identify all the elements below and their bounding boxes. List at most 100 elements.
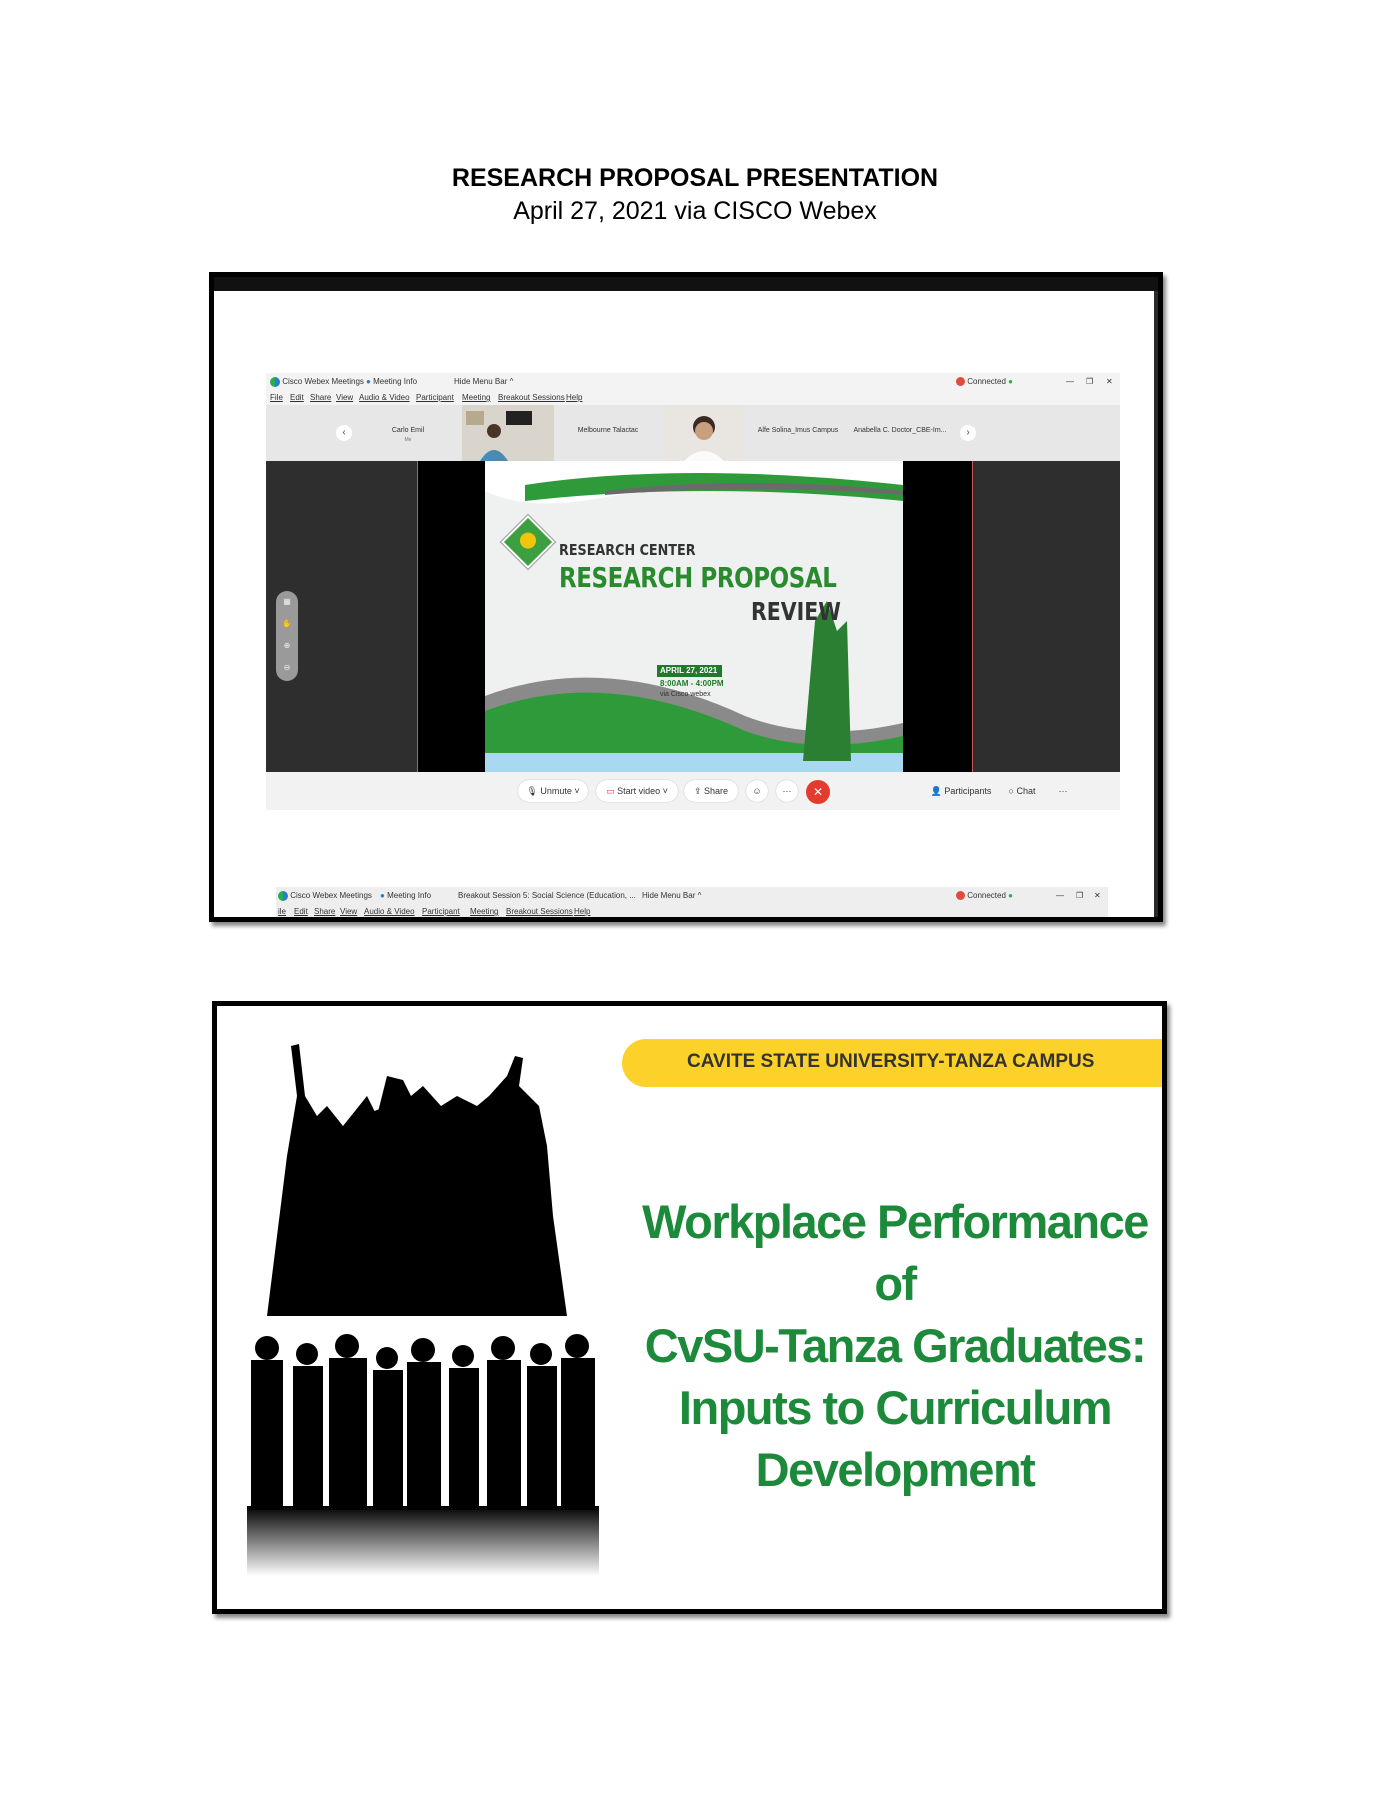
more-options-button[interactable]: ··· (776, 780, 798, 802)
menu-breakout-sessions[interactable]: Breakout Sessions (506, 907, 573, 916)
webex-logo-icon (278, 891, 288, 901)
minimize-icon[interactable]: — (1056, 891, 1064, 900)
title-line: Workplace Performance of (642, 1195, 1149, 1310)
unmute-label: Unmute (540, 786, 572, 796)
participant-name: Anabella C. Doctor_CBE-Im... (853, 427, 947, 434)
participant-video-tile[interactable] (664, 405, 744, 461)
app-title: Cisco Webex Meetings (278, 891, 372, 901)
webex-titlebar: Cisco Webex Meetings ● Meeting Info Brea… (276, 887, 1108, 905)
menu-participant[interactable]: Participant (422, 907, 460, 916)
meeting-info-button[interactable]: ● Meeting Info (380, 891, 431, 900)
zoom-out-icon[interactable]: ⊖ (276, 657, 298, 679)
info-icon: ● (366, 377, 371, 386)
menu-share[interactable]: Share (314, 907, 335, 916)
video-off-icon: ▭ (606, 786, 615, 796)
menu-edit[interactable]: Edit (290, 393, 304, 402)
more-panels-button[interactable]: ··· (1052, 780, 1074, 802)
participant-strip: ‹ Carlo Emil Me Melbourne Talactac Alfe … (266, 405, 1120, 461)
participant-tile[interactable]: Carlo Emil Me (356, 405, 460, 461)
menu-view[interactable]: View (340, 907, 357, 916)
slide-line-research-center: RESEARCH CENTER (559, 541, 696, 559)
share-button[interactable]: ⇪ Share (684, 780, 738, 802)
meeting-controls: 🎙 Unmute ˅ ▭ Start video ˅ ⇪ Share ☺ ···… (266, 772, 1120, 810)
menu-share[interactable]: Share (310, 393, 331, 402)
meeting-info-label: Meeting Info (373, 377, 418, 386)
participant-sub: Me (404, 437, 412, 443)
status-dot-icon: ● (1008, 377, 1014, 386)
end-call-button[interactable]: ✕ (806, 780, 830, 804)
connection-status: Connected ● (956, 377, 1014, 387)
chat-button[interactable]: ○ Chat (1000, 780, 1044, 802)
reactions-button[interactable]: ☺ (746, 780, 768, 802)
document-subtitle: April 27, 2021 via CISCO Webex (513, 197, 877, 225)
close-icon[interactable]: ✕ (1106, 377, 1113, 386)
shared-slide: RESEARCH CENTER RESEARCH PROPOSAL REVIEW… (485, 461, 903, 772)
hand-icon[interactable]: ✋ (276, 613, 298, 635)
webex-logo-icon (270, 377, 280, 387)
grid-icon[interactable]: ▦ (276, 591, 298, 613)
app-title: Cisco Webex Meetings (270, 377, 364, 387)
slide-line-research-proposal: RESEARCH PROPOSAL (559, 561, 837, 594)
participant-video-tile[interactable] (462, 405, 554, 461)
research-title: Workplace Performance of CvSU-Tanza Grad… (625, 1191, 1162, 1501)
start-video-label: Start video (617, 786, 661, 796)
webex-menubar: File Edit Share View Audio & Video Parti… (266, 391, 1120, 405)
maximize-icon[interactable]: ❐ (1086, 377, 1093, 386)
more-icon: ··· (1058, 786, 1068, 796)
participants-icon: 👤 (930, 786, 942, 796)
smiley-icon: ☺ (752, 786, 762, 796)
participant-tile[interactable]: Anabella C. Doctor_CBE-Im... (850, 405, 950, 461)
participant-tile[interactable]: Alfe Solina_Imus Campus (746, 405, 850, 461)
start-video-button[interactable]: ▭ Start video ˅ (596, 780, 678, 802)
participant-tile[interactable]: Melbourne Talactac (556, 405, 660, 461)
maximize-icon[interactable]: ❐ (1076, 891, 1083, 900)
menu-participant[interactable]: Participant (416, 393, 454, 402)
view-controls: ▦ ✋ ⊕ ⊖ (276, 591, 298, 681)
prev-participants-button[interactable]: ‹ (336, 425, 352, 441)
title-slide: CAVITE STATE UNIVERSITY-TANZA CAMPUS Wor… (212, 1001, 1167, 1614)
slide-line-review: REVIEW (751, 597, 841, 626)
menu-file[interactable]: ile (278, 907, 286, 916)
webex-window: Cisco Webex Meetings ● Meeting Info Hide… (266, 373, 1120, 833)
minimize-icon[interactable]: — (1066, 377, 1074, 386)
participant-name: Carlo Emil (391, 427, 425, 434)
participant-name: Alfe Solina_Imus Campus (757, 427, 839, 434)
participant-video-frame (664, 405, 744, 461)
document-title: RESEARCH PROPOSAL PRESENTATION (451, 164, 939, 192)
app-name: Cisco Webex Meetings (290, 891, 372, 901)
webex-titlebar: Cisco Webex Meetings ● Meeting Info Hide… (266, 373, 1120, 391)
hide-menu-bar-button[interactable]: Hide Menu Bar ^ (642, 891, 701, 900)
meeting-info-label: Meeting Info (387, 891, 432, 900)
more-icon: ··· (782, 786, 792, 796)
menu-edit[interactable]: Edit (294, 907, 308, 916)
menu-help[interactable]: Help (574, 907, 590, 916)
title-line: Inputs to Curriculum (678, 1381, 1113, 1434)
slide-via: via Cisco webex (660, 691, 711, 698)
chat-icon: ○ (1008, 786, 1014, 796)
zoom-in-icon[interactable]: ⊕ (276, 635, 298, 657)
menu-help[interactable]: Help (566, 393, 582, 402)
menu-audio-video[interactable]: Audio & Video (359, 393, 410, 402)
connected-label: Connected (967, 377, 1006, 386)
connection-status: Connected ● (956, 891, 1013, 901)
meeting-info-button[interactable]: ● Meeting Info (366, 377, 417, 386)
menu-breakout-sessions[interactable]: Breakout Sessions (498, 393, 565, 402)
menu-audio-video[interactable]: Audio & Video (364, 907, 415, 916)
menu-view[interactable]: View (336, 393, 353, 402)
unmute-button[interactable]: 🎙 Unmute ˅ (518, 780, 588, 802)
menu-meeting[interactable]: Meeting (470, 907, 498, 916)
participant-video-frame (462, 405, 554, 461)
participants-label: Participants (944, 786, 992, 796)
menu-file[interactable]: File (270, 393, 283, 402)
connected-icon (956, 891, 965, 901)
title-line: CvSU-Tanza Graduates: (644, 1319, 1147, 1372)
next-participants-button[interactable]: › (960, 425, 976, 441)
graduates-silhouette-image (247, 1044, 599, 1576)
share-icon: ⇪ (693, 786, 702, 796)
hide-menu-bar-button[interactable]: Hide Menu Bar ^ (454, 377, 513, 386)
chat-label: Chat (1016, 786, 1036, 796)
menu-meeting[interactable]: Meeting (462, 393, 490, 402)
close-icon[interactable]: ✕ (1094, 891, 1101, 900)
participants-button[interactable]: 👤 Participants (926, 780, 996, 802)
share-label: Share (704, 786, 729, 796)
